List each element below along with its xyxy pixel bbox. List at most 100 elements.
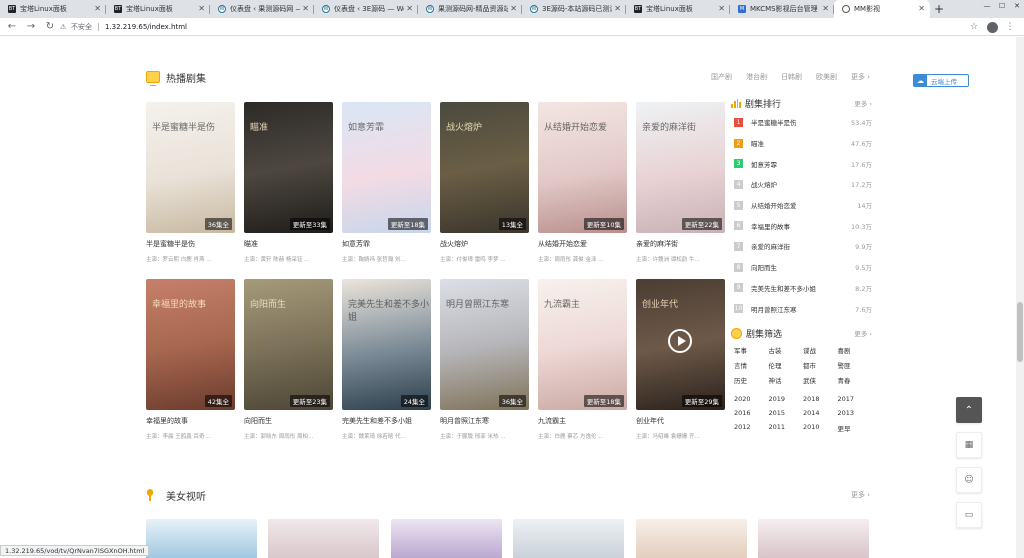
browser-tab[interactable]: W 果测源码网-精品资源站 ✕: [418, 0, 522, 18]
genre-link[interactable]: 都市: [803, 360, 838, 370]
show-title[interactable]: 完美先生和差不多小姐: [342, 416, 431, 426]
show-title[interactable]: 亲爱的麻洋街: [636, 239, 725, 249]
forward-icon[interactable]: →: [24, 20, 38, 34]
show-poster[interactable]: 瞄准 更新至33集: [244, 102, 333, 233]
women-more-link[interactable]: 更多 ›: [851, 490, 870, 500]
year-link[interactable]: 更早: [838, 423, 873, 433]
year-link[interactable]: 2015: [769, 409, 804, 417]
ranking-item[interactable]: 6 幸福里的故事 10.3万: [731, 215, 872, 236]
genre-link[interactable]: 青春: [838, 375, 873, 385]
show-card[interactable]: 亲爱的麻洋街 更新至22集 亲爱的麻洋街 主演：许魏洲 谭松韵 牛...: [636, 102, 725, 263]
video-thumbnail[interactable]: [268, 519, 379, 558]
show-card[interactable]: 创业年代 更新至29集 创业年代 主演：冯绍峰 袁姗姗 齐...: [636, 279, 725, 440]
genre-link[interactable]: 言情: [734, 360, 769, 370]
show-title[interactable]: 半是蜜糖半是伤: [146, 239, 235, 249]
video-thumbnail[interactable]: [636, 519, 747, 558]
show-title[interactable]: 从结婚开始恋爱: [538, 239, 627, 249]
ranking-item[interactable]: 2 瞄准 47.6万: [731, 133, 872, 154]
show-poster[interactable]: 幸福里的故事 42集全: [146, 279, 235, 410]
show-poster[interactable]: 创业年代 更新至29集: [636, 279, 725, 410]
rank-title[interactable]: 从结婚开始恋爱: [751, 200, 857, 210]
tab-close-icon[interactable]: ✕: [718, 4, 725, 14]
show-poster[interactable]: 从结婚开始恋爱 更新至10集: [538, 102, 627, 233]
show-title[interactable]: 幸福里的故事: [146, 416, 235, 426]
show-card[interactable]: 从结婚开始恋爱 更新至10集 从结婚开始恋爱 主演：周雨彤 龚俊 金泽 ...: [538, 102, 627, 263]
show-card[interactable]: 完美先生和差不多小姐 24集全 完美先生和差不多小姐 主演：魏莱琦 徐若晗 代...: [342, 279, 431, 440]
rank-title[interactable]: 亲爱的麻洋街: [751, 241, 855, 251]
feedback-button[interactable]: ☺: [956, 467, 982, 493]
genre-link[interactable]: 喜剧: [838, 345, 873, 355]
show-title[interactable]: 向阳而生: [244, 416, 333, 426]
video-thumbnail[interactable]: [513, 519, 624, 558]
ranking-item[interactable]: 8 向阳而生 9.5万: [731, 257, 872, 278]
tab-close-icon[interactable]: ✕: [918, 4, 925, 14]
show-poster[interactable]: 战火熔炉 13集全: [440, 102, 529, 233]
browser-tab[interactable]: W 3E源码-本站源码已测试 ✕: [522, 0, 626, 18]
genre-link[interactable]: 警匪: [838, 360, 873, 370]
year-link[interactable]: 2019: [769, 395, 804, 403]
filter-more-link[interactable]: 更多 ›: [854, 328, 872, 338]
show-poster[interactable]: 半是蜜糖半是伤 36集全: [146, 102, 235, 233]
ranking-item[interactable]: 7 亲爱的麻洋街 9.9万: [731, 236, 872, 257]
hot-tv-more-link[interactable]: 更多 ›: [851, 72, 870, 82]
cloud-upload-button[interactable]: ☁ 云端上传: [913, 74, 969, 87]
maximize-icon[interactable]: ☐: [995, 0, 1009, 11]
tab-close-icon[interactable]: ✕: [198, 4, 205, 14]
browser-tab[interactable]: W 仪表盘 ‹ 果测源码网 — ✕: [210, 0, 314, 18]
tab-close-icon[interactable]: ✕: [510, 4, 517, 14]
chat-button[interactable]: ▭: [956, 502, 982, 528]
rank-title[interactable]: 战火熔炉: [751, 179, 851, 189]
menu-dots-icon[interactable]: ⋮: [1004, 20, 1016, 34]
category-link[interactable]: 欧美剧: [816, 72, 837, 82]
show-title[interactable]: 创业年代: [636, 416, 725, 426]
show-poster[interactable]: 如意芳霏 更新至18集: [342, 102, 431, 233]
year-link[interactable]: 2016: [734, 409, 769, 417]
show-title[interactable]: 战火熔炉: [440, 239, 529, 249]
genre-link[interactable]: 谍战: [803, 345, 838, 355]
year-link[interactable]: 2014: [803, 409, 838, 417]
browser-tab[interactable]: M MKCMS影视后台管理 ✕: [730, 0, 834, 18]
show-title[interactable]: 瞄准: [244, 239, 333, 249]
genre-link[interactable]: 武侠: [803, 375, 838, 385]
genre-link[interactable]: 古装: [769, 345, 804, 355]
tab-close-icon[interactable]: ✕: [94, 4, 101, 14]
year-link[interactable]: 2012: [734, 423, 769, 433]
rank-title[interactable]: 幸福里的故事: [751, 221, 851, 231]
show-title[interactable]: 明月曾照江东寒: [440, 416, 529, 426]
show-poster[interactable]: 明月曾照江东寒 36集全: [440, 279, 529, 410]
ranking-item[interactable]: 3 如意芳霏 17.6万: [731, 153, 872, 174]
genre-link[interactable]: 历史: [734, 375, 769, 385]
rank-title[interactable]: 向阳而生: [751, 262, 855, 272]
genre-link[interactable]: 军事: [734, 345, 769, 355]
browser-tab[interactable]: MM影视 ✕: [834, 0, 930, 18]
browser-tab[interactable]: BT 宝塔Linux面板 ✕: [626, 0, 730, 18]
show-title[interactable]: 九流霸主: [538, 416, 627, 426]
scrollbar-thumb[interactable]: [1017, 302, 1023, 362]
show-card[interactable]: 如意芳霏 更新至18集 如意芳霏 主演：鞠婧祎 张哲瀚 刘...: [342, 102, 431, 263]
show-card[interactable]: 九流霸主 更新至18集 九流霸主 主演：白鹿 蔡芯 方逸伦 ...: [538, 279, 627, 440]
page-scrollbar[interactable]: [1016, 37, 1024, 558]
year-link[interactable]: 2013: [838, 409, 873, 417]
ranking-item[interactable]: 5 从结婚开始恋爱 14万: [731, 195, 872, 216]
genre-link[interactable]: 神话: [769, 375, 804, 385]
show-poster[interactable]: 向阳而生 更新至23集: [244, 279, 333, 410]
close-window-icon[interactable]: ✕: [1010, 0, 1024, 11]
tab-close-icon[interactable]: ✕: [614, 4, 621, 14]
browser-tab[interactable]: W 仪表盘 ‹ 3E源码 — Wo ✕: [314, 0, 418, 18]
minimize-icon[interactable]: —: [980, 0, 994, 11]
back-icon[interactable]: ←: [5, 20, 19, 34]
video-thumbnail[interactable]: [758, 519, 869, 558]
show-title[interactable]: 如意芳霏: [342, 239, 431, 249]
category-link[interactable]: 港台剧: [746, 72, 767, 82]
category-link[interactable]: 国产剧: [711, 72, 732, 82]
show-card[interactable]: 明月曾照江东寒 36集全 明月曾照江东寒 主演：于朦胧 邢菲 米热 ...: [440, 279, 529, 440]
ranking-item[interactable]: 4 战火熔炉 17.2万: [731, 174, 872, 195]
rank-title[interactable]: 完美先生和差不多小姐: [751, 283, 855, 293]
year-link[interactable]: 2020: [734, 395, 769, 403]
tab-close-icon[interactable]: ✕: [302, 4, 309, 14]
show-card[interactable]: 幸福里的故事 42集全 幸福里的故事 主演：李晨 王鸥鑫 百奇 ...: [146, 279, 235, 440]
show-poster[interactable]: 完美先生和差不多小姐 24集全: [342, 279, 431, 410]
show-card[interactable]: 战火熔炉 13集全 战火熔炉 主演：付俊璋 雷鸣 李梦 ...: [440, 102, 529, 263]
show-card[interactable]: 向阳而生 更新至23集 向阳而生 主演：郭晓东 周雨彤 周柏...: [244, 279, 333, 440]
year-link[interactable]: 2011: [769, 423, 804, 433]
